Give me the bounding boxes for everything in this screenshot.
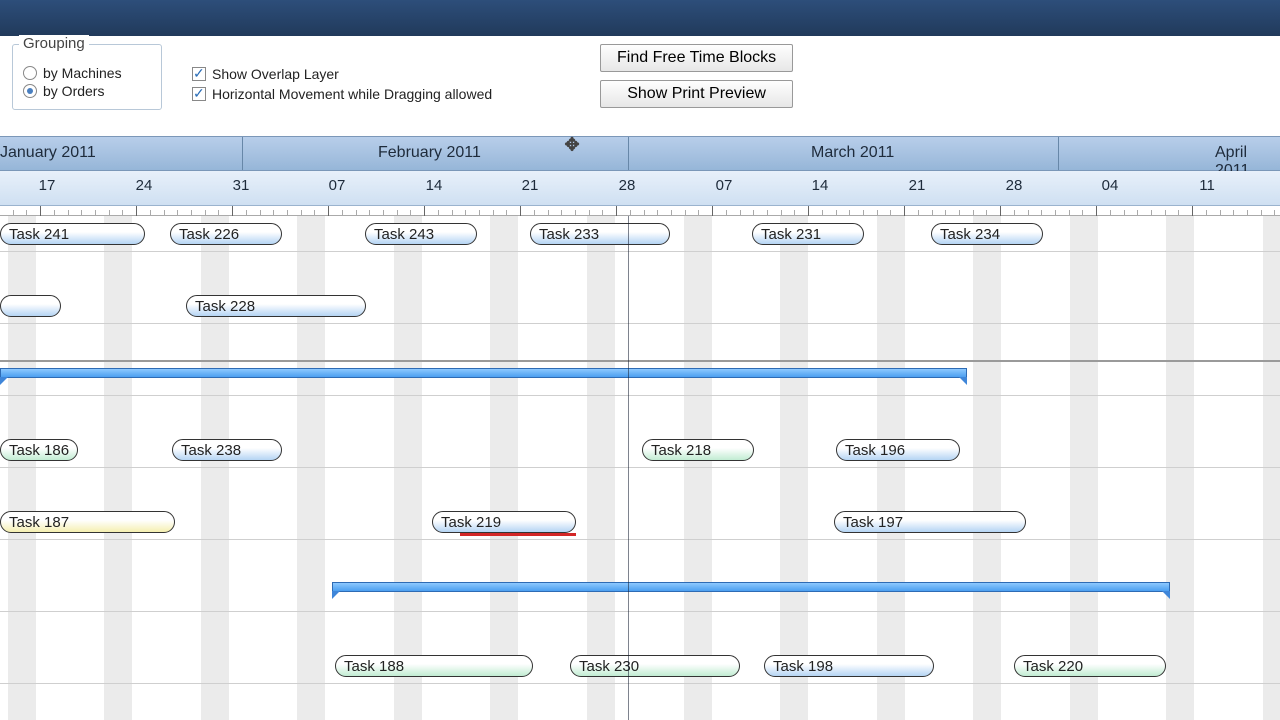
tick [616, 206, 617, 216]
timeline-month-row[interactable]: January 2011February 2011March 2011April… [0, 136, 1280, 171]
task-bar[interactable]: Task 188 [335, 655, 533, 677]
day-label: 14 [426, 177, 443, 194]
day-label: 28 [1006, 177, 1023, 194]
day-label: 28 [619, 177, 636, 194]
tick [424, 206, 425, 216]
tick [1192, 206, 1193, 216]
day-label: 21 [522, 177, 539, 194]
checkbox-label: Horizontal Movement while Dragging allow… [212, 86, 492, 102]
task-bar[interactable]: Task 218 [642, 439, 754, 461]
radio-label: by Orders [43, 83, 104, 99]
task-bar[interactable]: Task 238 [172, 439, 282, 461]
radio-icon [23, 84, 37, 98]
checkbox-show-overlap[interactable]: Show Overlap Layer [192, 66, 492, 82]
grouping-legend: Grouping [19, 35, 89, 52]
month-label: January 2011 [0, 144, 96, 162]
tick [232, 206, 233, 216]
summary-bar[interactable] [332, 582, 1170, 592]
lane [0, 576, 1280, 612]
tick [136, 206, 137, 216]
task-bar[interactable]: Task 228 [186, 295, 366, 317]
day-label: 21 [909, 177, 926, 194]
task-bar[interactable]: Task 220 [1014, 655, 1166, 677]
lane: Task 188 Task 230 Task 198 Task 220 [0, 648, 1280, 684]
today-line [628, 216, 629, 720]
day-label: 07 [329, 177, 346, 194]
task-bar[interactable]: Task 226 [170, 223, 282, 245]
checkbox-icon [192, 87, 206, 101]
day-label: 17 [39, 177, 56, 194]
lane: Task 187 Task 219 Task 197 [0, 504, 1280, 540]
lane: Task 228 [0, 288, 1280, 324]
gantt-area[interactable]: Task 241 Task 226 Task 243 Task 233 Task 231… [0, 216, 1280, 720]
month-label: February 2011 [378, 144, 481, 162]
task-bar[interactable]: Task 186 [0, 439, 78, 461]
summary-bar[interactable] [0, 368, 967, 378]
day-label: 31 [233, 177, 250, 194]
day-label: 14 [812, 177, 829, 194]
month-separator [242, 137, 243, 170]
find-free-time-button[interactable]: Find Free Time Blocks [600, 44, 793, 72]
checkbox-icon [192, 67, 206, 81]
task-bar[interactable]: Task 233 [530, 223, 670, 245]
title-bar [0, 0, 1280, 36]
checkbox-horizontal-move[interactable]: Horizontal Movement while Dragging allow… [192, 86, 492, 102]
timeline-day-row[interactable]: 17 24 31 07 14 21 28 07 14 21 28 04 11 [0, 171, 1280, 206]
task-bar[interactable]: Task 243 [365, 223, 477, 245]
radio-by-machines[interactable]: by Machines [23, 65, 151, 81]
checkbox-label: Show Overlap Layer [212, 66, 339, 82]
tick [808, 206, 809, 216]
task-bar[interactable] [0, 295, 61, 317]
day-label: 07 [716, 177, 733, 194]
task-bar[interactable]: Task 187 [0, 511, 175, 533]
grouping-group: Grouping by Machines by Orders [12, 44, 162, 110]
task-bar[interactable]: Task 234 [931, 223, 1043, 245]
task-bar[interactable]: Task 198 [764, 655, 934, 677]
task-bar[interactable]: Task 196 [836, 439, 960, 461]
month-separator [1058, 137, 1059, 170]
radio-by-orders[interactable]: by Orders [23, 83, 151, 99]
print-preview-button[interactable]: Show Print Preview [600, 80, 793, 108]
tick [904, 206, 905, 216]
tick [40, 206, 41, 216]
radio-icon [23, 66, 37, 80]
tick [712, 206, 713, 216]
lane: Task 186 Task 238 Task 218 Task 196 [0, 432, 1280, 468]
conflict-marker [460, 533, 576, 536]
tick [1000, 206, 1001, 216]
month-label: March 2011 [811, 144, 894, 162]
day-label: 04 [1102, 177, 1119, 194]
radio-label: by Machines [43, 65, 122, 81]
tick [328, 206, 329, 216]
tick [1096, 206, 1097, 216]
task-bar[interactable]: Task 197 [834, 511, 1026, 533]
task-bar[interactable]: Task 219 [432, 511, 576, 533]
tick [520, 206, 521, 216]
task-bar[interactable]: Task 231 [752, 223, 864, 245]
day-label: 24 [136, 177, 153, 194]
task-bar[interactable]: Task 241 [0, 223, 145, 245]
lane: Task 241 Task 226 Task 243 Task 233 Task 231… [0, 216, 1280, 252]
timeline-tick-row [0, 206, 1280, 216]
lane [0, 360, 1280, 396]
task-bar[interactable]: Task 230 [570, 655, 740, 677]
move-cursor-icon: ✥ [564, 135, 579, 156]
day-label: 11 [1199, 177, 1215, 194]
month-separator [628, 137, 629, 170]
